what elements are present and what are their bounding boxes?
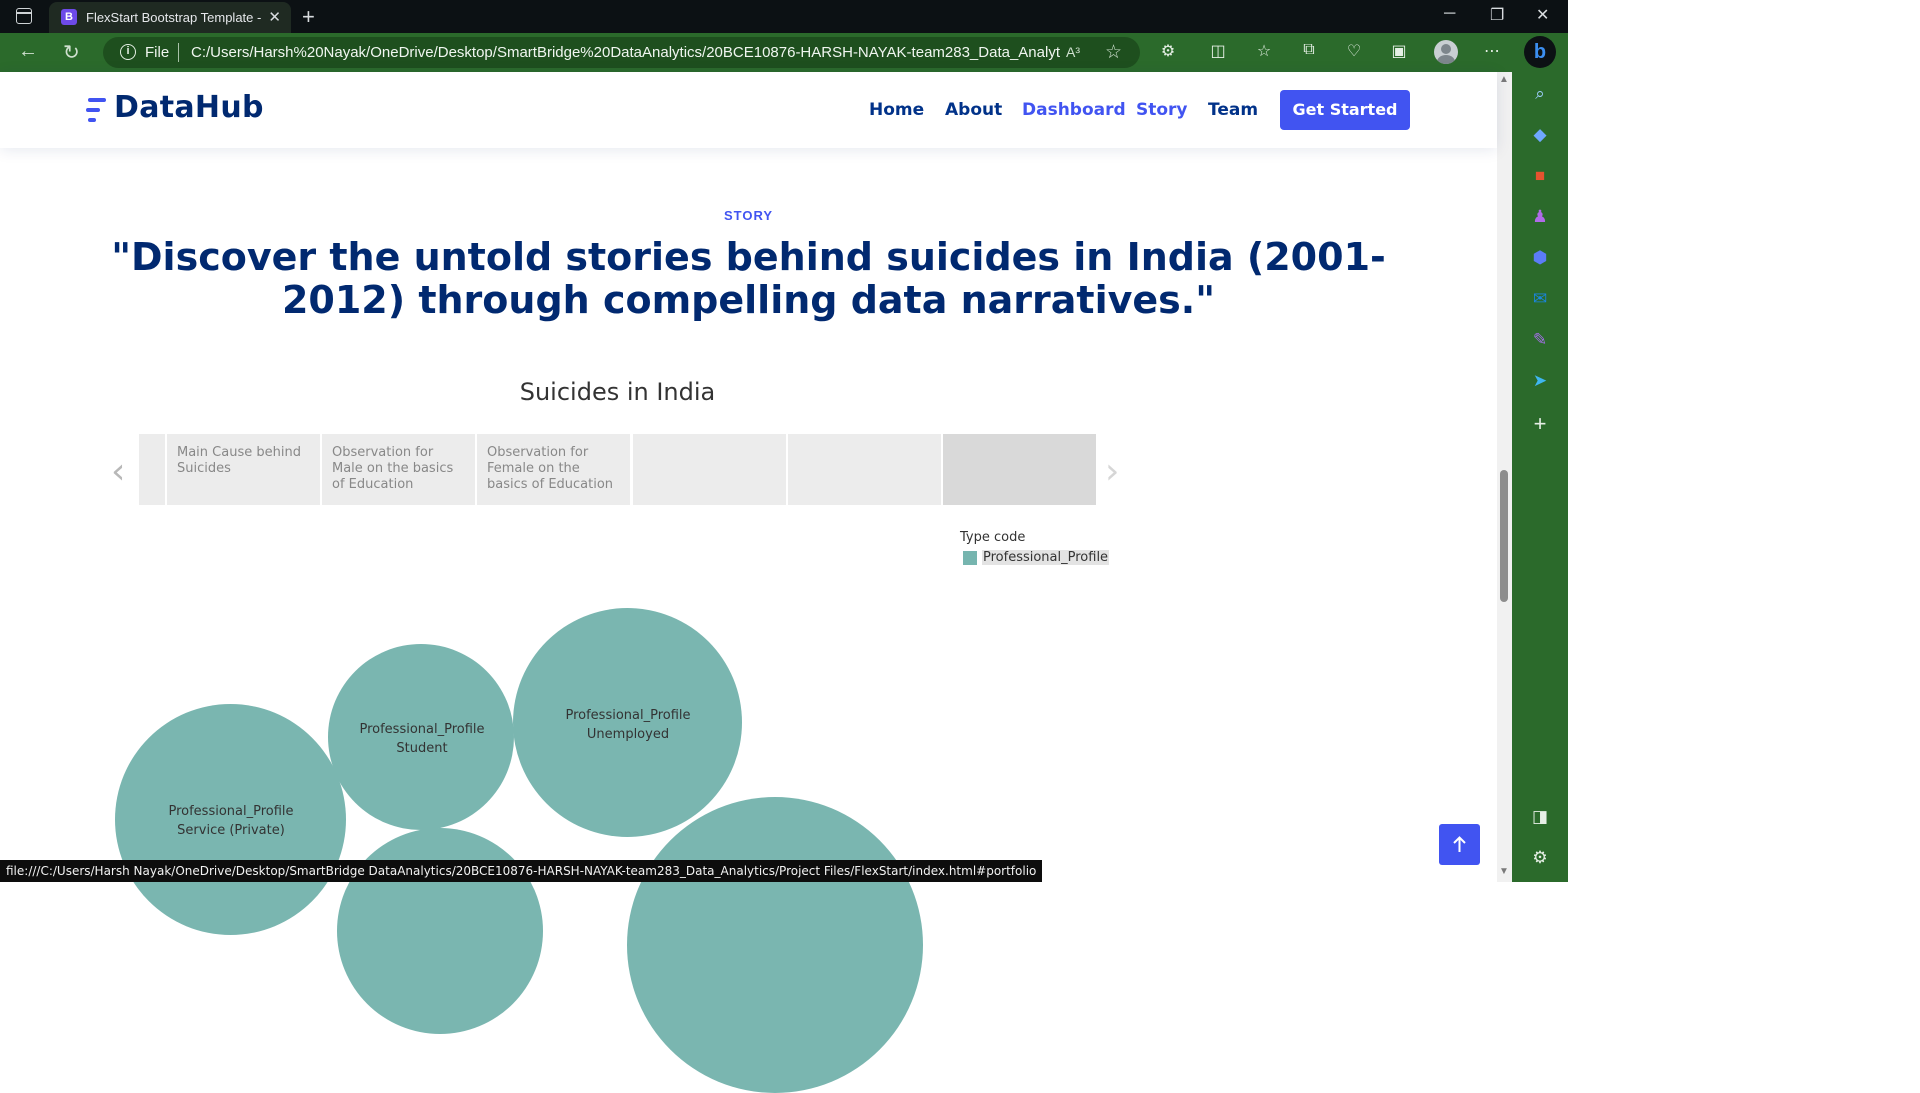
minimize-icon[interactable]: ─ [1444, 5, 1455, 23]
info-icon[interactable]: i [120, 44, 136, 60]
browser-toolbar: ← ↻ i File C:/Users/Harsh%20Nayak/OneDri… [0, 33, 1568, 72]
browser-essentials-icon[interactable]: ♡ [1344, 41, 1364, 61]
story-point-tab[interactable] [788, 434, 941, 505]
edge-sidebar: ⌕ ◆ ■ ♟ ⬢ ✉ ✎ ➤ + ◨ ⚙ [1512, 72, 1568, 882]
story-point-tab[interactable]: Observation for Female on the basics of … [477, 434, 630, 505]
add-app-icon[interactable]: + [1528, 412, 1552, 436]
story-point-tab[interactable]: Main Cause behind Suicides [167, 434, 320, 505]
bing-copilot-icon[interactable]: b [1524, 36, 1556, 68]
extensions-icon[interactable]: ⚙ [1158, 41, 1178, 61]
nav-story[interactable]: Story [1136, 100, 1188, 120]
tab-title: FlexStart Bootstrap Template - In [86, 10, 262, 25]
collections-icon[interactable]: ⧉ [1299, 41, 1319, 61]
address-scheme: File [145, 44, 170, 61]
nav-about[interactable]: About [945, 100, 1002, 120]
bubble[interactable] [627, 797, 923, 1093]
browser-tab-active[interactable]: B FlexStart Bootstrap Template - In ✕ [49, 2, 291, 33]
address-url[interactable]: C:/Users/Harsh%20Nayak/OneDrive/Desktop/… [191, 44, 1061, 61]
story-point-tab[interactable] [633, 434, 786, 505]
designer-icon[interactable]: ✎ [1528, 328, 1552, 352]
split-screen-icon[interactable]: ◫ [1208, 41, 1228, 61]
math-solver-icon[interactable]: ▣ [1389, 41, 1409, 61]
sidebar-settings-icon[interactable]: ⚙ [1528, 846, 1552, 870]
profile-avatar[interactable] [1434, 40, 1458, 64]
bubble-label: Professional_Profile Unemployed [565, 708, 691, 742]
legend-swatch[interactable] [963, 551, 977, 565]
address-divider [178, 43, 179, 62]
refresh-icon[interactable]: ↻ [63, 40, 80, 65]
favorite-star-icon[interactable]: ☆ [1105, 41, 1122, 64]
story-title: "Discover the untold stories behind suic… [111, 235, 1386, 322]
nav-team[interactable]: Team [1208, 100, 1258, 120]
bootstrap-favicon-icon: B [61, 9, 77, 25]
story-point-tab[interactable] [139, 434, 165, 505]
restore-icon[interactable]: ❐ [1490, 5, 1504, 25]
bubble-label: Professional_Profile Student [359, 722, 485, 756]
previous-story-point-icon[interactable]: ‹ [111, 451, 125, 492]
favorites-icon[interactable]: ☆ [1254, 41, 1274, 61]
outlook-icon[interactable]: ✉ [1528, 287, 1552, 311]
next-story-point-icon[interactable]: › [1105, 451, 1119, 492]
back-to-top-button[interactable] [1439, 824, 1480, 865]
site-logo[interactable]: DataHub [114, 90, 264, 125]
arrow-up-icon [1453, 836, 1466, 852]
close-tab-icon[interactable]: ✕ [268, 8, 281, 26]
legend-title: Type code [960, 530, 1026, 545]
status-bar-url: file:///C:/Users/Harsh Nayak/OneDrive/De… [0, 860, 1043, 882]
viz-title: Suicides in India [519, 378, 716, 406]
logo-icon[interactable] [86, 96, 108, 124]
copilot-app-icon[interactable]: ⬢ [1528, 246, 1552, 270]
shopping-tag-icon[interactable]: ◆ [1528, 123, 1552, 147]
bubble-label: Professional_Profile Service (Private) [168, 804, 294, 838]
bubble[interactable] [337, 828, 543, 1034]
browser-tab-bar: B FlexStart Bootstrap Template - In ✕ + … [0, 0, 1568, 33]
read-aloud-icon[interactable]: A³ [1066, 44, 1080, 60]
site-header: DataHub Home About Dashboard Story Team … [0, 72, 1497, 148]
nav-home[interactable]: Home [869, 100, 924, 120]
story-point-tab-selected[interactable] [943, 434, 1096, 505]
back-icon[interactable]: ← [18, 40, 38, 63]
legend-item[interactable]: Professional_Profile [982, 550, 1110, 565]
more-menu-icon[interactable]: ⋯ [1482, 41, 1502, 61]
games-icon[interactable]: ♟ [1528, 205, 1552, 229]
tools-briefcase-icon[interactable]: ■ [1528, 164, 1552, 188]
drop-icon[interactable]: ➤ [1528, 369, 1552, 393]
search-icon[interactable]: ⌕ [1528, 82, 1552, 106]
new-tab-icon[interactable]: + [302, 4, 315, 30]
get-started-button[interactable]: Get Started [1280, 90, 1410, 130]
hide-sidebar-icon[interactable]: ◨ [1528, 805, 1552, 829]
section-tag: STORY [723, 208, 774, 223]
nav-dashboard[interactable]: Dashboard [1022, 100, 1126, 120]
scroll-up-arrow-icon[interactable]: ▲ [1499, 74, 1509, 85]
close-window-icon[interactable]: ✕ [1536, 5, 1549, 25]
scrollbar-thumb[interactable] [1500, 470, 1508, 602]
tab-actions-icon[interactable] [16, 8, 32, 24]
scroll-down-arrow-icon[interactable]: ▼ [1499, 866, 1509, 877]
address-bar[interactable]: i File C:/Users/Harsh%20Nayak/OneDrive/D… [103, 37, 1140, 68]
story-point-tab[interactable]: Observation for Male on the basics of Ed… [322, 434, 475, 505]
